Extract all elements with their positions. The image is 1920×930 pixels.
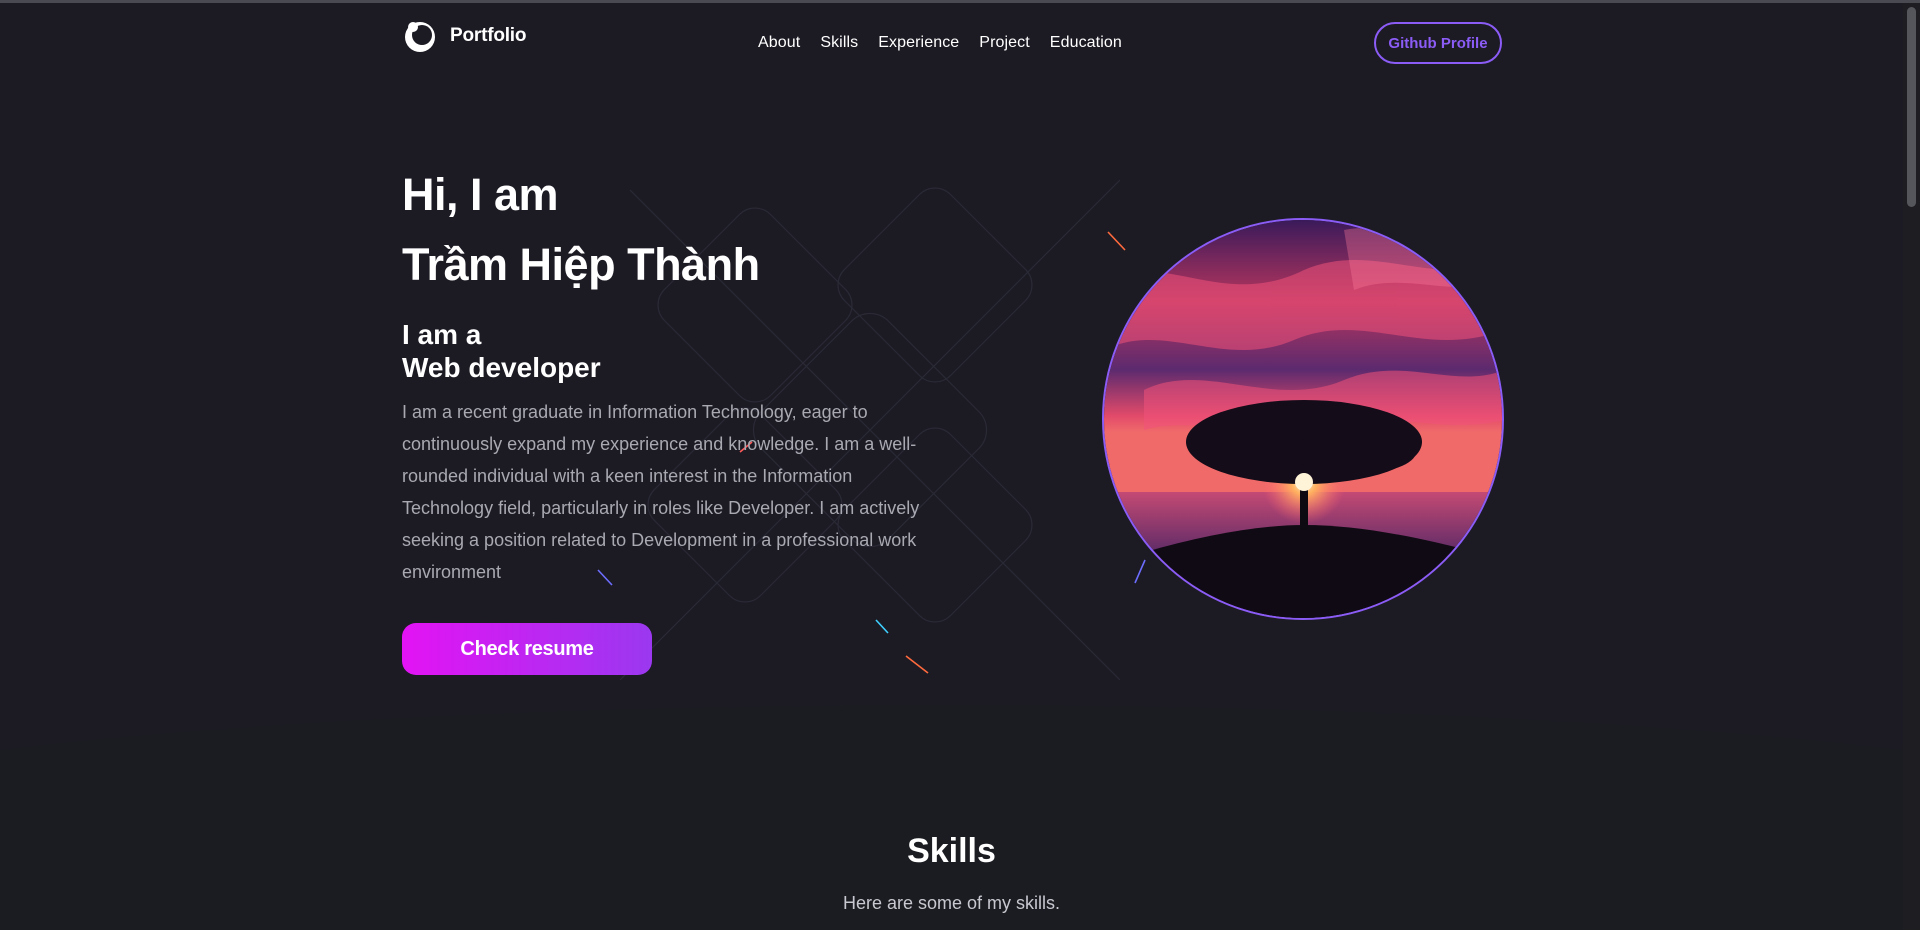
nav-link-about[interactable]: About bbox=[758, 34, 800, 52]
hero-heading: Hi, I am Trầm Hiệp Thành bbox=[402, 160, 962, 300]
shooting-star-3 bbox=[875, 619, 889, 634]
page-scrollbar[interactable] bbox=[1903, 3, 1920, 930]
logo-icon bbox=[405, 22, 435, 52]
hero-name: Trầm Hiệp Thành bbox=[402, 239, 760, 290]
brand[interactable]: Portfolio bbox=[402, 18, 526, 54]
sunset-tree-image bbox=[1104, 220, 1502, 618]
nav-menu: About Skills Experience Project Educatio… bbox=[758, 34, 1122, 52]
github-profile-button[interactable]: Github Profile bbox=[1374, 22, 1502, 64]
skills-subtitle: Here are some of my skills. bbox=[842, 893, 1061, 913]
role-heading: I am a Web developer bbox=[402, 318, 962, 384]
top-navbar: Portfolio About Skills Experience Projec… bbox=[402, 14, 1502, 72]
hero-section: Hi, I am Trầm Hiệp Thành I am a Web deve… bbox=[402, 160, 962, 588]
shooting-star-4 bbox=[905, 655, 929, 674]
nav-link-education[interactable]: Education bbox=[1050, 34, 1122, 52]
nav-link-skills[interactable]: Skills bbox=[820, 34, 858, 52]
shooting-star-5 bbox=[1134, 559, 1146, 584]
check-resume-button[interactable]: Check resume bbox=[402, 623, 652, 675]
role-title: Web developer bbox=[402, 352, 601, 383]
scrollbar-thumb[interactable] bbox=[1907, 7, 1916, 207]
nav-link-project[interactable]: Project bbox=[979, 34, 1030, 52]
nav-link-experience[interactable]: Experience bbox=[878, 34, 959, 52]
greeting-line: Hi, I am bbox=[402, 169, 559, 220]
shooting-star-1 bbox=[1107, 231, 1126, 251]
hero-image bbox=[1102, 218, 1504, 620]
brand-label: Portfolio bbox=[450, 25, 527, 46]
skills-title: Skills bbox=[907, 832, 996, 870]
role-prefix: I am a bbox=[402, 319, 482, 350]
window-top-border bbox=[0, 0, 1920, 3]
hero-bio: I am a recent graduate in Information Te… bbox=[402, 402, 920, 582]
